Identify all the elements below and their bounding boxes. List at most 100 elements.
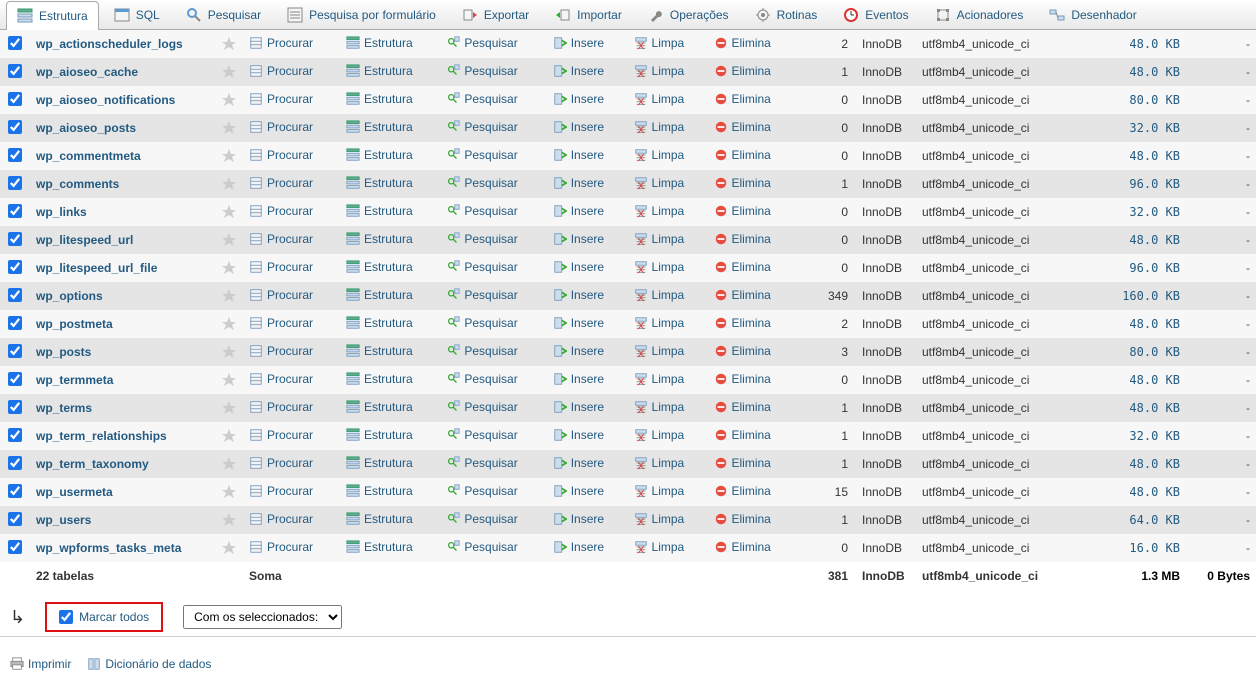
drop-action[interactable]: Elimina bbox=[714, 204, 771, 218]
structure-action[interactable]: Estrutura bbox=[346, 400, 413, 414]
empty-action[interactable]: Limpa bbox=[634, 204, 685, 218]
favorite-star-icon[interactable] bbox=[221, 64, 237, 80]
table-name[interactable]: wp_aioseo_notifications bbox=[30, 86, 215, 114]
browse-action[interactable]: Procurar bbox=[249, 484, 313, 498]
row-checkbox[interactable] bbox=[8, 288, 22, 302]
browse-action[interactable]: Procurar bbox=[249, 120, 313, 134]
search-action[interactable]: Pesquisar bbox=[446, 176, 517, 190]
table-name[interactable]: wp_aioseo_cache bbox=[30, 58, 215, 86]
search-action[interactable]: Pesquisar bbox=[446, 232, 517, 246]
structure-action[interactable]: Estrutura bbox=[346, 204, 413, 218]
tab-exportar[interactable]: Exportar bbox=[451, 0, 540, 29]
search-action[interactable]: Pesquisar bbox=[446, 372, 517, 386]
drop-action[interactable]: Elimina bbox=[714, 260, 771, 274]
table-name[interactable]: wp_links bbox=[30, 198, 215, 226]
table-name[interactable]: wp_term_taxonomy bbox=[30, 450, 215, 478]
tab-acionadores[interactable]: Acionadores bbox=[924, 0, 1035, 29]
empty-action[interactable]: Limpa bbox=[634, 512, 685, 526]
table-name[interactable]: wp_comments bbox=[30, 170, 215, 198]
empty-action[interactable]: Limpa bbox=[634, 540, 685, 554]
table-name[interactable]: wp_posts bbox=[30, 338, 215, 366]
insert-action[interactable]: Insere bbox=[553, 92, 604, 106]
search-action[interactable]: Pesquisar bbox=[446, 148, 517, 162]
insert-action[interactable]: Insere bbox=[553, 512, 604, 526]
favorite-star-icon[interactable] bbox=[221, 428, 237, 444]
table-name[interactable]: wp_terms bbox=[30, 394, 215, 422]
insert-action[interactable]: Insere bbox=[553, 456, 604, 470]
empty-action[interactable]: Limpa bbox=[634, 288, 685, 302]
structure-action[interactable]: Estrutura bbox=[346, 316, 413, 330]
browse-action[interactable]: Procurar bbox=[249, 316, 313, 330]
table-name[interactable]: wp_actionscheduler_logs bbox=[30, 30, 215, 58]
browse-action[interactable]: Procurar bbox=[249, 232, 313, 246]
table-name[interactable]: wp_litespeed_url bbox=[30, 226, 215, 254]
insert-action[interactable]: Insere bbox=[553, 344, 604, 358]
search-action[interactable]: Pesquisar bbox=[446, 400, 517, 414]
row-checkbox[interactable] bbox=[8, 512, 22, 526]
structure-action[interactable]: Estrutura bbox=[346, 148, 413, 162]
browse-action[interactable]: Procurar bbox=[249, 400, 313, 414]
empty-action[interactable]: Limpa bbox=[634, 64, 685, 78]
check-all-box[interactable]: Marcar todos bbox=[45, 602, 163, 632]
favorite-star-icon[interactable] bbox=[221, 456, 237, 472]
search-action[interactable]: Pesquisar bbox=[446, 540, 517, 554]
drop-action[interactable]: Elimina bbox=[714, 92, 771, 106]
favorite-star-icon[interactable] bbox=[221, 512, 237, 528]
structure-action[interactable]: Estrutura bbox=[346, 484, 413, 498]
search-action[interactable]: Pesquisar bbox=[446, 204, 517, 218]
structure-action[interactable]: Estrutura bbox=[346, 232, 413, 246]
empty-action[interactable]: Limpa bbox=[634, 428, 685, 442]
favorite-star-icon[interactable] bbox=[221, 92, 237, 108]
structure-action[interactable]: Estrutura bbox=[346, 372, 413, 386]
favorite-star-icon[interactable] bbox=[221, 540, 237, 556]
row-checkbox[interactable] bbox=[8, 428, 22, 442]
structure-action[interactable]: Estrutura bbox=[346, 120, 413, 134]
tab-desenhador[interactable]: Desenhador bbox=[1038, 0, 1147, 29]
empty-action[interactable]: Limpa bbox=[634, 344, 685, 358]
drop-action[interactable]: Elimina bbox=[714, 176, 771, 190]
row-checkbox[interactable] bbox=[8, 120, 22, 134]
browse-action[interactable]: Procurar bbox=[249, 372, 313, 386]
search-action[interactable]: Pesquisar bbox=[446, 36, 517, 50]
favorite-star-icon[interactable] bbox=[221, 400, 237, 416]
row-checkbox[interactable] bbox=[8, 176, 22, 190]
empty-action[interactable]: Limpa bbox=[634, 176, 685, 190]
row-checkbox[interactable] bbox=[8, 92, 22, 106]
table-name[interactable]: wp_users bbox=[30, 506, 215, 534]
browse-action[interactable]: Procurar bbox=[249, 64, 313, 78]
drop-action[interactable]: Elimina bbox=[714, 288, 771, 302]
tab-estrutura[interactable]: Estrutura bbox=[6, 1, 99, 30]
browse-action[interactable]: Procurar bbox=[249, 176, 313, 190]
browse-action[interactable]: Procurar bbox=[249, 148, 313, 162]
drop-action[interactable]: Elimina bbox=[714, 428, 771, 442]
empty-action[interactable]: Limpa bbox=[634, 456, 685, 470]
browse-action[interactable]: Procurar bbox=[249, 260, 313, 274]
empty-action[interactable]: Limpa bbox=[634, 120, 685, 134]
search-action[interactable]: Pesquisar bbox=[446, 344, 517, 358]
insert-action[interactable]: Insere bbox=[553, 288, 604, 302]
insert-action[interactable]: Insere bbox=[553, 260, 604, 274]
browse-action[interactable]: Procurar bbox=[249, 288, 313, 302]
data-dictionary-link[interactable]: Dicionário de dados bbox=[87, 657, 211, 671]
check-all-checkbox[interactable] bbox=[59, 610, 73, 624]
browse-action[interactable]: Procurar bbox=[249, 204, 313, 218]
row-checkbox[interactable] bbox=[8, 148, 22, 162]
insert-action[interactable]: Insere bbox=[553, 372, 604, 386]
empty-action[interactable]: Limpa bbox=[634, 232, 685, 246]
row-checkbox[interactable] bbox=[8, 372, 22, 386]
drop-action[interactable]: Elimina bbox=[714, 400, 771, 414]
drop-action[interactable]: Elimina bbox=[714, 64, 771, 78]
favorite-star-icon[interactable] bbox=[221, 148, 237, 164]
drop-action[interactable]: Elimina bbox=[714, 148, 771, 162]
tab-operacoes[interactable]: Operações bbox=[637, 0, 740, 29]
structure-action[interactable]: Estrutura bbox=[346, 92, 413, 106]
search-action[interactable]: Pesquisar bbox=[446, 428, 517, 442]
table-name[interactable]: wp_commentmeta bbox=[30, 142, 215, 170]
insert-action[interactable]: Insere bbox=[553, 204, 604, 218]
drop-action[interactable]: Elimina bbox=[714, 484, 771, 498]
drop-action[interactable]: Elimina bbox=[714, 232, 771, 246]
structure-action[interactable]: Estrutura bbox=[346, 36, 413, 50]
favorite-star-icon[interactable] bbox=[221, 176, 237, 192]
favorite-star-icon[interactable] bbox=[221, 260, 237, 276]
tab-pesquisa-form[interactable]: Pesquisa por formulário bbox=[276, 0, 447, 29]
